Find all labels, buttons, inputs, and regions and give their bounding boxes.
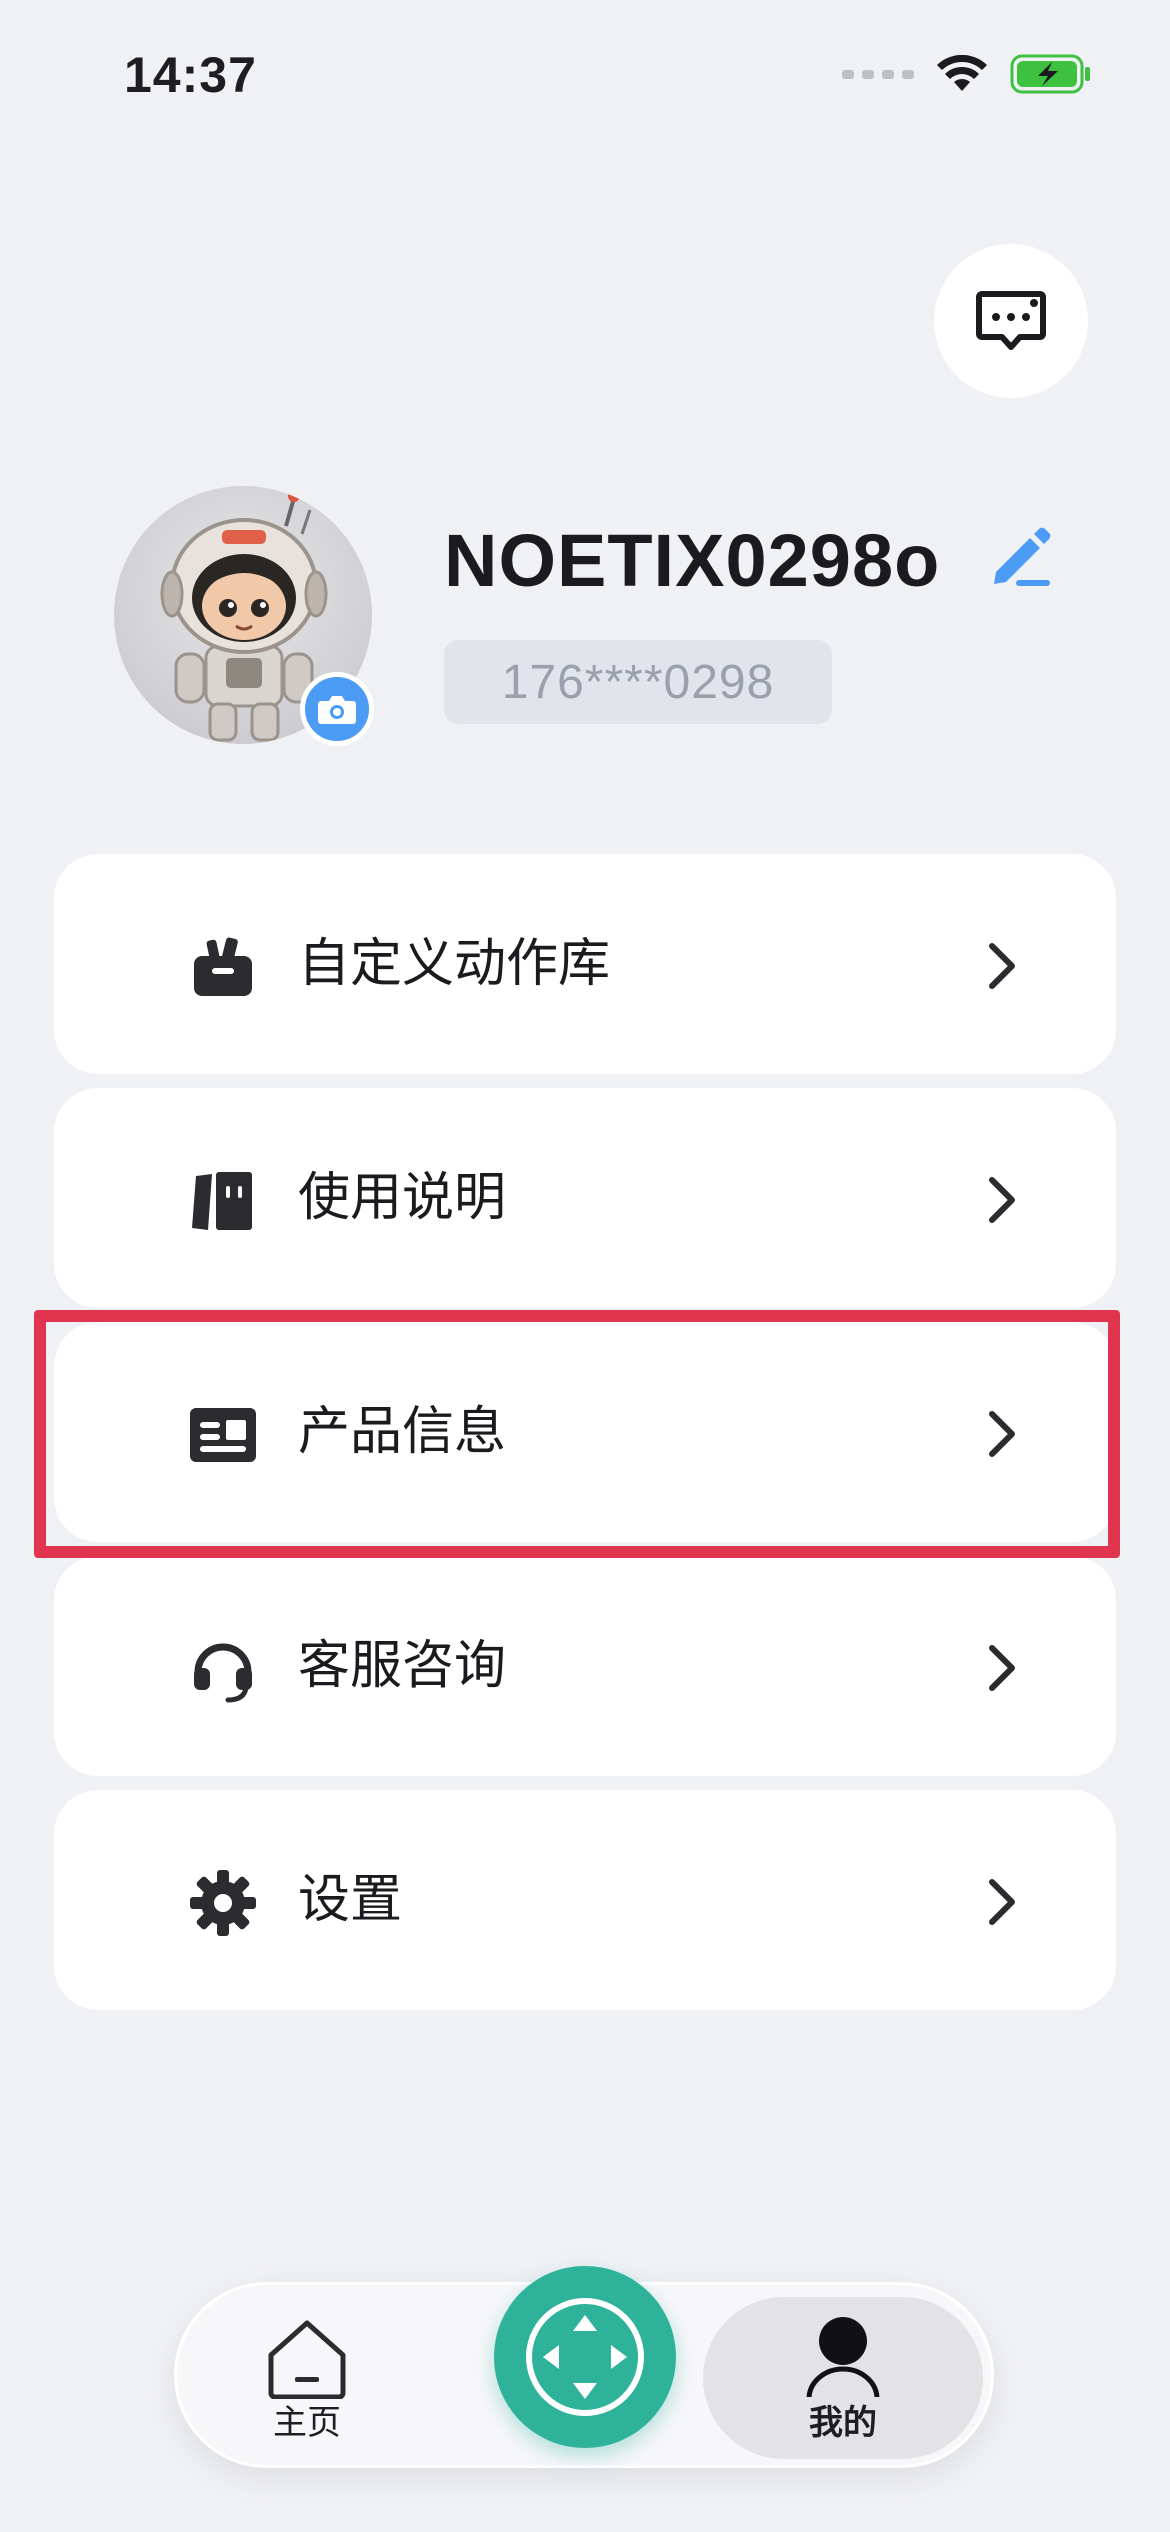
pencil-icon <box>994 527 1051 586</box>
wifi-icon <box>937 55 987 91</box>
gear-icon <box>190 1870 256 1936</box>
status-time: 14:37 <box>124 47 257 103</box>
tab-mine[interactable]: 我的 <box>703 2297 983 2459</box>
menu-item-label: 使用说明 <box>298 1168 507 1228</box>
menu-item-label: 客服咨询 <box>298 1636 507 1696</box>
chevron-right-icon <box>989 1645 1015 1691</box>
change-avatar-button[interactable] <box>300 672 374 746</box>
chevron-right-icon <box>989 1411 1015 1457</box>
avatar-container[interactable] <box>114 486 374 746</box>
camera-icon <box>318 696 356 724</box>
chevron-right-icon <box>989 1879 1015 1925</box>
status-bar: 14:37 <box>0 0 1170 150</box>
message-button[interactable] <box>934 244 1088 398</box>
menu-item-customer-service[interactable]: 客服咨询 <box>54 1556 1116 1776</box>
menu-item-label: 自定义动作库 <box>298 934 611 994</box>
message-icon <box>976 291 1046 350</box>
tab-mine-label: 我的 <box>809 2403 877 2443</box>
robot-control-button[interactable] <box>494 2266 676 2448</box>
tab-home[interactable]: 主页 <box>237 2319 377 2449</box>
cellular-signal-icon <box>842 69 914 79</box>
menu-item-settings[interactable]: 设置 <box>54 1790 1116 2010</box>
tab-home-label: 主页 <box>273 2403 341 2443</box>
id-card-icon <box>190 1408 256 1462</box>
chevron-right-icon <box>989 1177 1015 1223</box>
direction-pad-icon <box>526 2298 644 2416</box>
menu-item-label: 设置 <box>298 1870 403 1930</box>
menu-item-product-info[interactable]: 产品信息 <box>54 1322 1116 1542</box>
menu-item-custom-actions[interactable]: 自定义动作库 <box>54 854 1116 1074</box>
book-icon <box>192 1172 252 1230</box>
menu-item-instructions[interactable]: 使用说明 <box>54 1088 1116 1308</box>
chevron-right-icon <box>989 943 1015 989</box>
bag-icon <box>194 937 252 996</box>
home-icon <box>268 2320 346 2399</box>
phone-number: 176****0298 <box>444 640 832 724</box>
user-icon <box>806 2317 880 2397</box>
menu-item-label: 产品信息 <box>298 1402 507 1462</box>
headset-icon <box>194 1643 252 1703</box>
username: NOETIX0298o <box>444 519 941 602</box>
edit-username-button[interactable] <box>982 518 1062 598</box>
battery-charging-icon <box>1010 54 1090 94</box>
status-indicators <box>842 54 1092 94</box>
